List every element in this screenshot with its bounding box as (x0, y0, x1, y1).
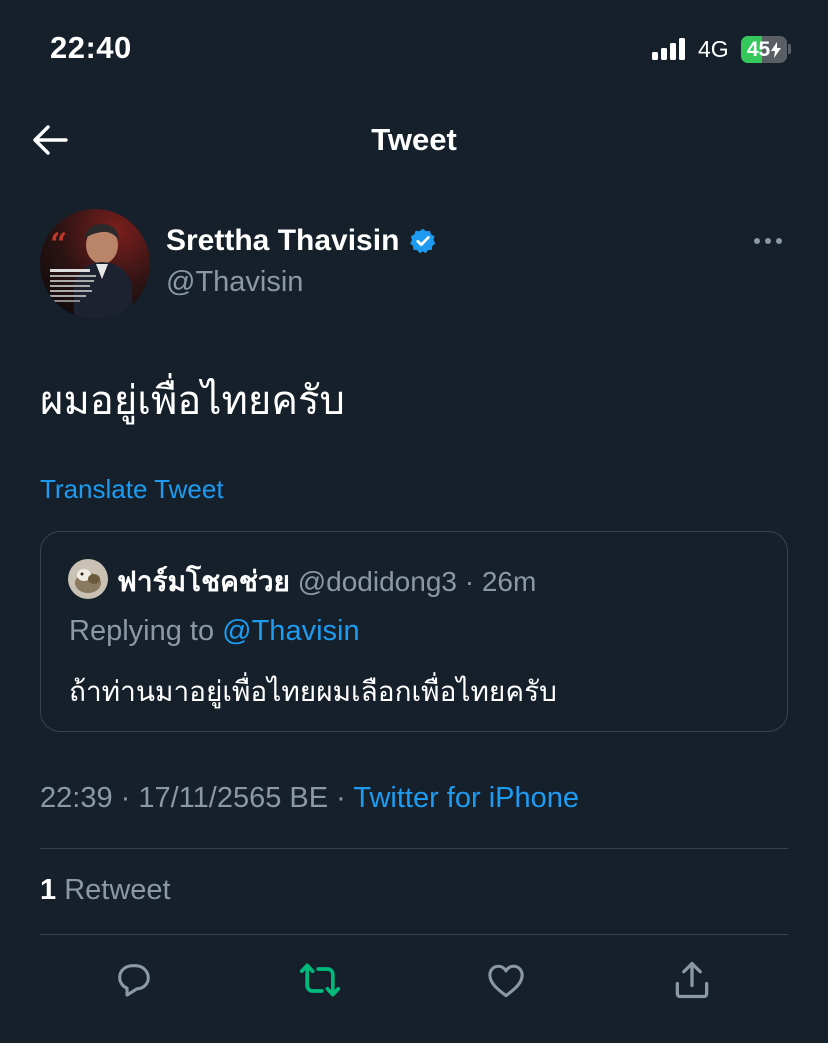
battery-icon: 45 (741, 36, 787, 63)
quoted-tweet[interactable]: ฟาร์มโชคช่วย @dodidong3 · 26m Replying t… (40, 531, 788, 732)
charging-bolt-icon (771, 41, 782, 58)
svg-text:“: “ (50, 227, 67, 262)
tweet-detail-screen: 22:40 4G 45 Tweet “ Srettha Thavisin @Th… (0, 0, 828, 1043)
meta-separator: · (336, 782, 354, 814)
divider (40, 934, 788, 935)
quoted-avatar (68, 559, 108, 599)
author-name: Srettha Thavisin (166, 224, 400, 257)
retweet-button[interactable] (298, 958, 342, 1002)
network-type: 4G (698, 36, 729, 62)
reply-icon (118, 964, 150, 997)
retweet-count: 1 (40, 874, 57, 906)
author-handle[interactable]: @Thavisin (166, 266, 303, 299)
quoted-author-name: ฟาร์มโชคช่วย (117, 566, 290, 597)
status-time: 22:40 (50, 30, 132, 65)
translate-tweet-link[interactable]: Translate Tweet (40, 474, 224, 505)
reply-button[interactable] (112, 958, 156, 1002)
replying-prefix: Replying to (69, 615, 215, 647)
signal-strength-icon (652, 38, 685, 60)
author-name-row[interactable]: Srettha Thavisin (166, 224, 437, 258)
tweet-text: ผมอยู่เพื่อไทยครับ (40, 379, 345, 423)
avatar-image: “ (40, 209, 150, 319)
quoted-author-handle: @dodidong3 (297, 566, 457, 597)
quoted-replying-to: Replying to @Thavisin (69, 615, 360, 648)
quoted-avatar-image (68, 559, 108, 599)
quoted-separator: · (464, 566, 482, 597)
page-title: Tweet (371, 122, 457, 157)
share-button[interactable] (670, 958, 714, 1002)
verified-badge-icon (410, 228, 436, 254)
replying-mention[interactable]: @Thavisin (222, 615, 359, 647)
quoted-text: ถ้าท่านมาอยู่เพื่อไทยผมเลือกเพื่อไทยครับ (69, 676, 557, 707)
battery-level: 45 (746, 37, 771, 61)
quoted-time: 26m (481, 566, 537, 597)
author-avatar[interactable]: “ (40, 209, 150, 319)
more-options-icon[interactable] (754, 238, 782, 244)
divider (40, 848, 788, 849)
like-button[interactable] (484, 958, 528, 1002)
like-icon (488, 964, 524, 998)
share-icon (675, 961, 709, 999)
battery-cap (788, 44, 791, 54)
tweet-source-link[interactable]: Twitter for iPhone (353, 782, 579, 814)
retweet-label: Retweet (64, 874, 171, 906)
retweet-icon (299, 963, 341, 997)
tweet-timestamp: 22:39 · 17/11/2565 BE (40, 782, 329, 814)
quoted-header: ฟาร์มโชคช่วย @dodidong3 · 26m (117, 560, 536, 604)
tweet-meta: 22:39 · 17/11/2565 BE · Twitter for iPho… (40, 782, 579, 815)
retweet-count-row[interactable]: 1 Retweet (40, 874, 171, 907)
